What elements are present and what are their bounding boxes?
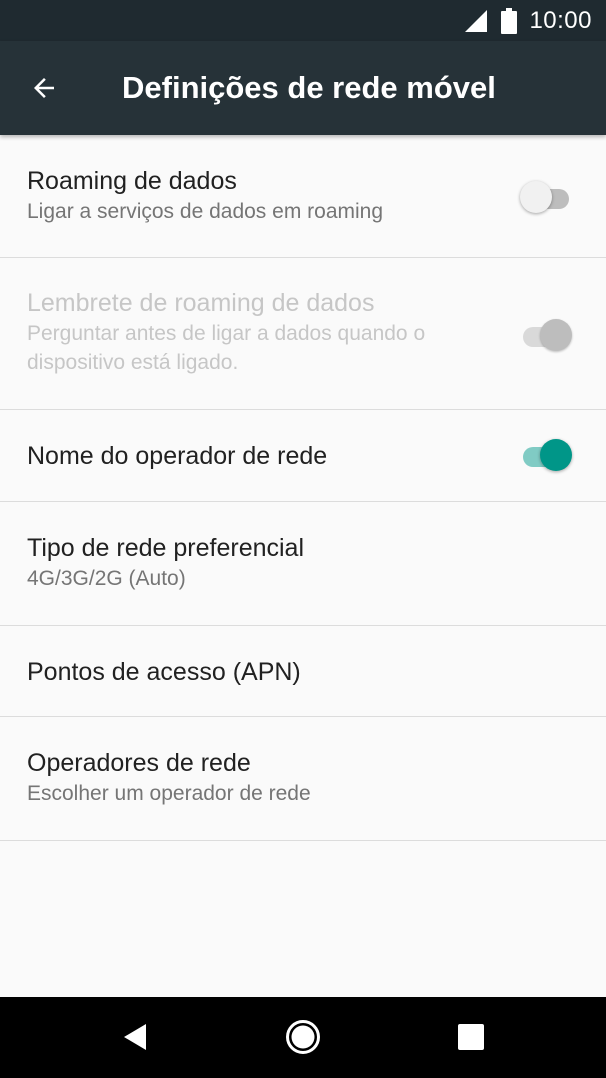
setting-title: Roaming de dados <box>27 167 237 195</box>
status-time: 10:00 <box>529 6 592 34</box>
nav-recents-icon <box>458 1024 484 1050</box>
data-roaming-switch[interactable] <box>520 178 572 214</box>
setting-data-roaming[interactable]: Roaming de dados Ligar a serviços de dad… <box>0 135 606 258</box>
setting-title: Tipo de rede preferencial <box>27 534 305 562</box>
setting-summary: Escolher um operador de rede <box>27 782 311 805</box>
arrow-back-icon <box>34 78 54 98</box>
setting-summary: 4G/3G/2G (Auto) <box>27 567 186 590</box>
setting-network-operators[interactable]: Operadores de rede Escolher um operador … <box>0 717 606 841</box>
nav-home-button[interactable] <box>279 1013 327 1061</box>
switch-thumb <box>540 319 572 351</box>
setting-title: Pontos de acesso (APN) <box>27 658 301 686</box>
cellular-signal-icon <box>465 9 488 32</box>
page-title: Definições de rede móvel <box>122 70 496 105</box>
setting-roaming-reminder: Lembrete de roaming de dados Perguntar a… <box>0 258 606 410</box>
screen: 10:00 Definições de rede móvel Roaming d… <box>0 0 606 1078</box>
switch-thumb <box>540 439 572 471</box>
nav-back-icon <box>124 1024 146 1050</box>
setting-preferred-network-type[interactable]: Tipo de rede preferencial 4G/3G/2G (Auto… <box>0 502 606 626</box>
nav-recents-button[interactable] <box>447 1013 495 1061</box>
navigation-bar <box>0 997 606 1078</box>
setting-title: Nome do operador de rede <box>27 442 328 470</box>
switch-thumb <box>520 181 552 213</box>
setting-summary: Ligar a serviços de dados em roaming <box>27 200 384 223</box>
app-bar: Definições de rede móvel <box>0 41 606 135</box>
back-button[interactable] <box>20 64 68 112</box>
setting-title: Lembrete de roaming de dados <box>27 289 375 317</box>
setting-network-operator-name[interactable]: Nome do operador de rede <box>0 410 606 502</box>
status-bar: 10:00 <box>0 0 606 41</box>
roaming-reminder-switch <box>520 316 572 352</box>
settings-list: Roaming de dados Ligar a serviços de dad… <box>0 135 606 841</box>
setting-access-point-names[interactable]: Pontos de acesso (APN) <box>0 626 606 717</box>
nav-back-button[interactable] <box>111 1013 159 1061</box>
nav-home-icon <box>286 1020 320 1054</box>
battery-icon <box>501 7 518 34</box>
setting-summary: Perguntar antes de ligar a dados quando … <box>27 322 426 374</box>
status-icons: 10:00 <box>463 0 592 41</box>
setting-title: Operadores de rede <box>27 749 251 777</box>
operator-name-switch[interactable] <box>520 436 572 472</box>
